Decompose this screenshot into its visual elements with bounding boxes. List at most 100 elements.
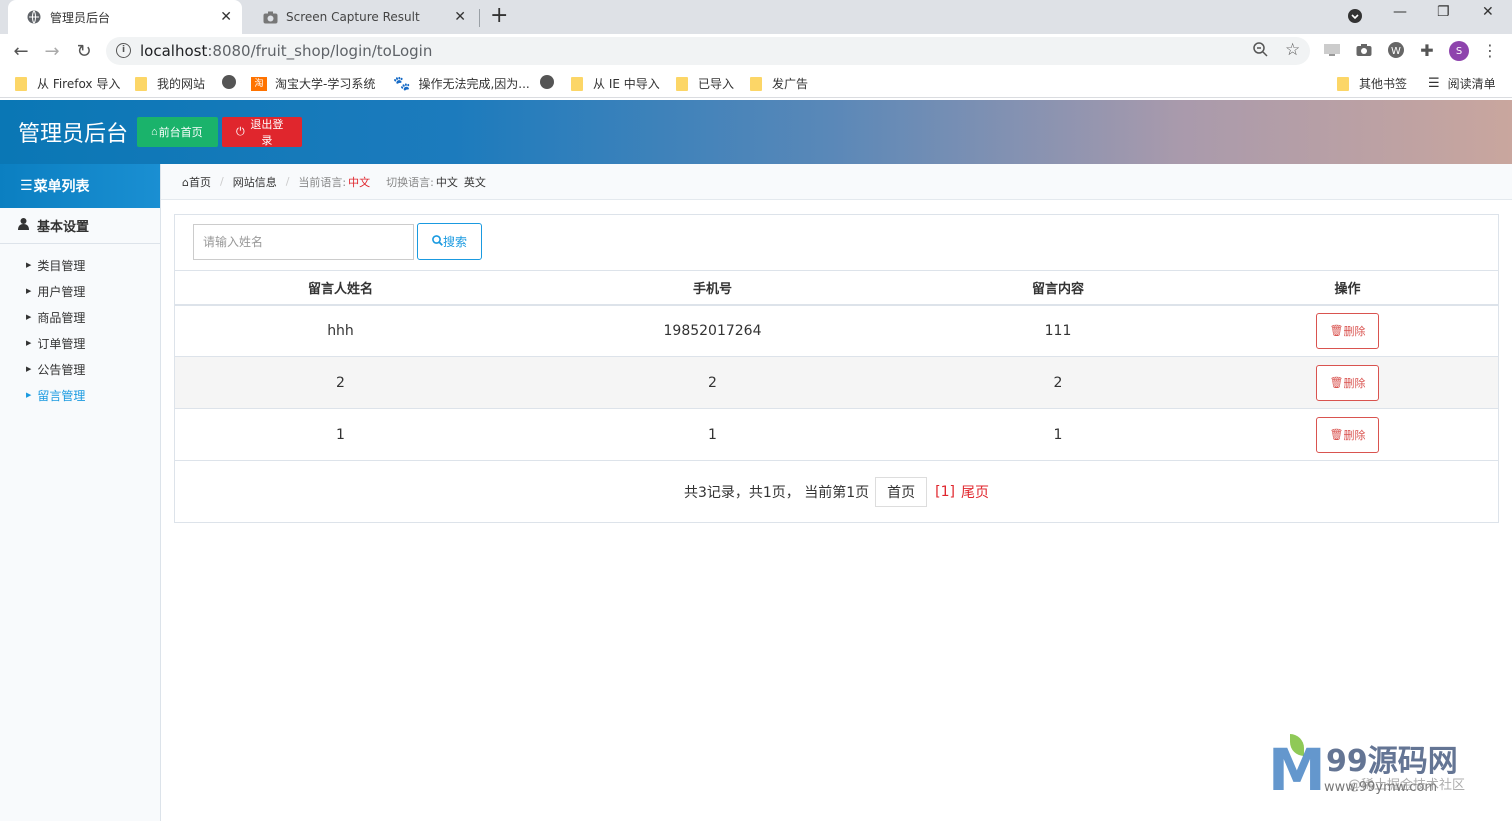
cell-content: 111 — [919, 304, 1197, 357]
delete-button[interactable]: 🗑 删除 — [1316, 364, 1379, 401]
caret-right-icon: ▶ — [26, 365, 32, 373]
profile-avatar[interactable]: S — [1449, 41, 1469, 61]
sidebar-item-category[interactable]: ▶ 类目管理 — [0, 252, 160, 278]
extension-cast-icon[interactable] — [1323, 41, 1341, 59]
watermark-subtitle: @稀土掘金技术社区 — [1348, 778, 1466, 793]
maximize-icon[interactable]: ❐ — [1437, 4, 1450, 20]
breadcrumb-site-info[interactable]: 网站信息 — [233, 174, 277, 190]
tab-separator — [479, 9, 480, 27]
table-row: 1 1 1 🗑 删除 — [175, 408, 1498, 461]
lang-en-link[interactable]: 英文 — [464, 174, 486, 190]
puzzle-icon[interactable]: ✚ — [1418, 41, 1436, 60]
sidebar-menu: ▶ 类目管理 ▶ 用户管理 ▶ 商品管理 ▶ 订单管理 ▶ 公告管理 ▶ 留言管理 — [0, 244, 160, 408]
tab-admin[interactable]: 管理员后台 ✕ — [8, 0, 242, 34]
folder-icon — [676, 76, 688, 91]
bookmark-item[interactable] — [540, 75, 560, 89]
brand-title: 管理员后台 — [18, 122, 129, 147]
tab-screen-capture[interactable]: Screen Capture Result ✕ — [244, 0, 476, 34]
app-header: 管理员后台 ⌂ 前台首页 ⏻ 退出登录 — [0, 100, 1512, 164]
sidebar-item-notices[interactable]: ▶ 公告管理 — [0, 356, 160, 382]
current-page-link[interactable]: [1] — [935, 484, 955, 500]
col-header-content: 留言内容 — [919, 270, 1197, 306]
user-icon — [18, 217, 29, 234]
breadcrumb-home[interactable]: ⌂首页 — [182, 174, 211, 190]
cell-content: 1 — [919, 408, 1197, 461]
bookmark-item[interactable]: 已导入 — [676, 75, 734, 92]
trash-icon: 🗑 — [1329, 325, 1344, 338]
bookmark-item[interactable]: 从 IE 中导入 — [571, 75, 660, 92]
bookmark-other[interactable]: 其他书签 — [1337, 75, 1407, 92]
sidebar-item-products[interactable]: ▶ 商品管理 — [0, 304, 160, 330]
front-home-button[interactable]: ⌂ 前台首页 — [137, 117, 218, 147]
table-row: 2 2 2 🗑 删除 — [175, 356, 1498, 409]
switch-language-label: 切换语言: — [386, 175, 434, 189]
bookmark-item[interactable]: 发广告 — [750, 75, 808, 92]
bookmarks-bar: 从 Firefox 导入 我的网站 淘淘宝大学-学习系统 🐾 操作无法完成,因为.… — [0, 68, 1512, 98]
folder-icon — [750, 76, 762, 91]
reload-icon[interactable]: ↻ — [72, 39, 96, 63]
bookmark-item[interactable]: 淘淘宝大学-学习系统 — [251, 75, 375, 92]
browser-tab-bar: 管理员后台 ✕ Screen Capture Result ✕ + — ❐ ✕ — [0, 0, 1512, 34]
folder-icon — [15, 76, 27, 91]
sidebar-header: ☰ 菜单列表 — [0, 164, 160, 208]
bookmark-item[interactable] — [222, 75, 242, 89]
folder-icon — [571, 76, 583, 91]
sidebar-item-users[interactable]: ▶ 用户管理 — [0, 278, 160, 304]
close-window-icon[interactable]: ✕ — [1482, 4, 1494, 20]
bookmark-item[interactable]: 从 Firefox 导入 — [15, 75, 120, 92]
close-tab-icon[interactable]: ✕ — [220, 9, 232, 25]
search-icon — [432, 234, 443, 249]
w-extension-icon[interactable]: W — [1387, 41, 1405, 59]
address-toolbar: ← → ↻ i localhost:8080/fruit_shop/login/… — [0, 34, 1512, 68]
site-info-icon[interactable]: i — [116, 43, 131, 58]
cell-action: 🗑 删除 — [1197, 304, 1498, 357]
url-bar[interactable]: i localhost:8080/fruit_shop/login/toLogi… — [106, 37, 1310, 65]
search-button[interactable]: 搜索 — [417, 223, 482, 260]
cell-action: 🗑 删除 — [1197, 408, 1498, 461]
sidebar-group-basic-settings[interactable]: 基本设置 — [0, 208, 160, 244]
logout-button[interactable]: ⏻ 退出登录 — [222, 117, 302, 147]
forward-icon[interactable]: → — [40, 39, 64, 63]
caret-right-icon: ▶ — [26, 287, 32, 295]
globe-icon — [26, 9, 42, 25]
delete-button[interactable]: 🗑 删除 — [1316, 312, 1379, 349]
new-tab-icon[interactable]: + — [490, 3, 508, 28]
first-page-button[interactable]: 首页 — [875, 477, 928, 507]
folder-icon — [1337, 76, 1349, 91]
trash-icon: 🗑 — [1329, 377, 1344, 389]
breadcrumb: ⌂首页 / 网站信息 / 当前语言: 中文 切换语言: 中文 英文 — [161, 164, 1512, 200]
tab-search-icon[interactable] — [1347, 8, 1363, 28]
message-panel: 搜索 留言人姓名 手机号 留言内容 操作 hhh 19852017264 111… — [174, 214, 1499, 523]
tab-title: Screen Capture Result — [286, 10, 420, 24]
col-header-name: 留言人姓名 — [175, 270, 506, 306]
delete-button[interactable]: 🗑 删除 — [1316, 416, 1379, 453]
col-header-action: 操作 — [1197, 270, 1498, 306]
cell-content: 2 — [919, 356, 1197, 409]
name-search-input[interactable] — [193, 224, 414, 260]
lang-zh-link[interactable]: 中文 — [436, 174, 458, 190]
camera-icon[interactable] — [1355, 41, 1373, 59]
sidebar-item-orders[interactable]: ▶ 订单管理 — [0, 330, 160, 356]
current-language-value: 中文 — [348, 175, 371, 189]
taobao-icon: 淘 — [251, 76, 267, 91]
back-icon[interactable]: ← — [9, 39, 33, 63]
last-page-link[interactable]: 尾页 — [961, 482, 989, 502]
bookmark-item[interactable]: 🐾 操作无法完成,因为... — [393, 75, 530, 92]
tab-title: 管理员后台 — [50, 10, 111, 25]
breadcrumb-separator: / — [285, 175, 290, 188]
caret-right-icon: ▶ — [26, 391, 32, 399]
url-text[interactable]: localhost:8080/fruit_shop/login/toLogin — [140, 42, 432, 60]
menu-dots-icon[interactable]: ⋮ — [1481, 41, 1499, 60]
sidebar-item-messages[interactable]: ▶ 留言管理 — [0, 382, 160, 408]
pagination: 共3记录，共1页， 当前第1页 首页 [1] 尾页 — [175, 477, 1498, 507]
bookmark-item[interactable]: 我的网站 — [135, 75, 205, 92]
cell-phone: 2 — [506, 356, 919, 409]
minimize-icon[interactable]: — — [1393, 4, 1407, 20]
close-tab-icon[interactable]: ✕ — [454, 9, 466, 25]
zoom-icon[interactable] — [1253, 42, 1268, 61]
reading-list[interactable]: ☰ 阅读清单 — [1428, 75, 1496, 92]
bookmark-star-icon[interactable]: ☆ — [1285, 40, 1300, 60]
menu-icon: ☰ — [20, 178, 33, 194]
cell-name: 2 — [175, 356, 506, 409]
caret-right-icon: ▶ — [26, 313, 32, 321]
